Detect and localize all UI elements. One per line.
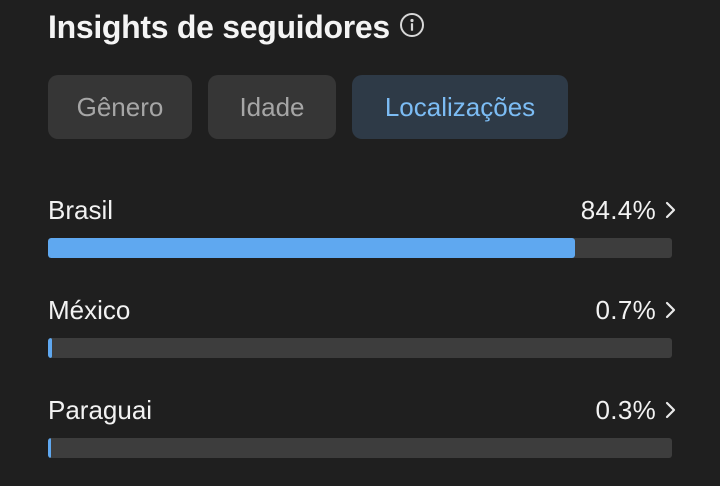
percentage-value: 84.4% [580,194,656,225]
percentage-value: 0.7% [595,294,656,325]
progress-bar-fill [48,338,53,358]
country-label: Paraguai [48,394,153,425]
progress-bar-fill [48,438,51,458]
chevron-right-icon [665,201,676,219]
location-row-mexico[interactable]: México 0.7% [48,293,676,377]
location-row-paraguai[interactable]: Paraguai 0.3% [48,393,676,477]
progress-bar-track [48,338,672,358]
page-title: Insights de seguidores [48,8,390,45]
country-label: Brasil [48,194,114,225]
progress-bar-fill [48,238,575,258]
tab-idade[interactable]: Idade [208,75,336,139]
follower-insights-panel: Insights de seguidores Gênero Idade Loca… [0,0,720,486]
percentage-value: 0.3% [595,394,656,425]
header: Insights de seguidores [48,6,424,48]
tab-bar: Gênero Idade Localizações [48,75,568,139]
tab-localizacoes[interactable]: Localizações [352,75,568,139]
chevron-right-icon [665,401,676,419]
progress-bar-track [48,238,672,258]
location-row-brasil[interactable]: Brasil 84.4% [48,193,676,277]
info-icon[interactable] [399,13,424,37]
tab-genero[interactable]: Gênero [48,75,192,139]
progress-bar-track [48,438,672,458]
country-label: México [48,294,131,325]
chevron-right-icon [665,301,676,319]
